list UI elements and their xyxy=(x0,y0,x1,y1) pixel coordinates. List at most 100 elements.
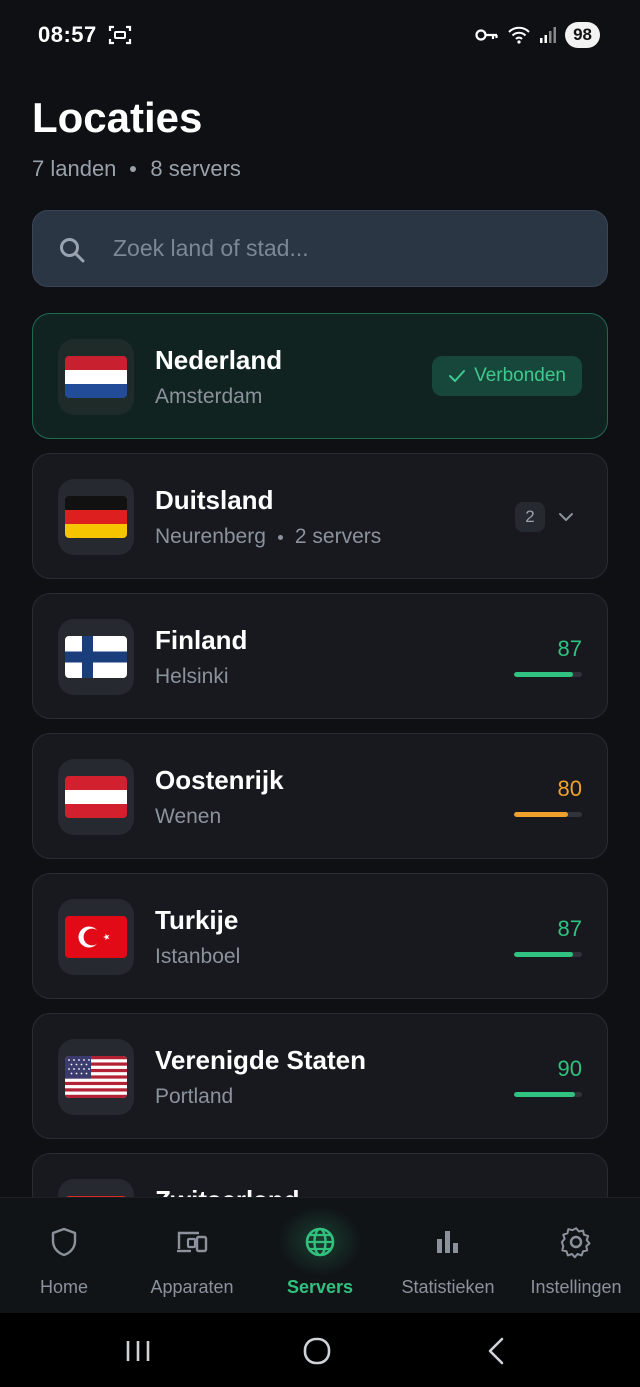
search-input[interactable] xyxy=(113,211,583,286)
city-name: Neurenberg 2 servers xyxy=(155,525,381,549)
search-bar[interactable] xyxy=(32,210,608,287)
nav-item-apparaten[interactable]: Apparaten xyxy=(128,1198,256,1313)
nav-item-statistieken[interactable]: Statistieken xyxy=(384,1198,512,1313)
server-load: 80 xyxy=(512,776,582,826)
screenshot-icon xyxy=(108,25,132,45)
city-name: Amsterdam xyxy=(155,385,262,409)
gear-icon xyxy=(560,1227,591,1259)
nav-label: Apparaten xyxy=(150,1277,234,1297)
server-load: 87 xyxy=(512,916,582,966)
chevron-down-icon[interactable] xyxy=(557,508,575,526)
check-icon xyxy=(449,370,466,382)
screen: 08:57 98 Locaties 7 landen 8 servers Zoe… xyxy=(0,0,640,1387)
flag-container xyxy=(58,1179,134,1197)
server-count: 8 servers xyxy=(150,156,241,181)
location-card-turkije[interactable]: Turkije Istanboel 87 xyxy=(32,873,608,999)
bottom-navigation: Home Apparaten Servers Statistieken Inst… xyxy=(0,1197,640,1313)
load-value: 87 xyxy=(557,636,582,661)
page-subtitle: 7 landen 8 servers xyxy=(32,156,241,182)
load-bar xyxy=(514,672,582,677)
nav-item-home[interactable]: Home xyxy=(0,1198,128,1313)
signal-icon xyxy=(540,27,557,43)
country-name: Turkije xyxy=(155,905,239,935)
city-name: Istanboel xyxy=(155,945,240,969)
load-bar-fill xyxy=(514,952,574,957)
flag-at-icon xyxy=(65,776,127,818)
battery-level: 98 xyxy=(565,22,600,48)
nav-label: Servers xyxy=(286,1277,354,1297)
load-value: 90 xyxy=(557,1056,582,1081)
load-bar xyxy=(514,812,582,817)
load-bar xyxy=(514,952,582,957)
city-name: Wenen xyxy=(155,805,221,829)
load-value: 80 xyxy=(557,776,582,801)
city-label: Portland xyxy=(155,1085,234,1108)
load-bar xyxy=(514,1092,582,1097)
nav-item-instellingen[interactable]: Instellingen xyxy=(512,1198,640,1313)
home-button-icon[interactable] xyxy=(297,1335,337,1367)
flag-container xyxy=(58,619,134,695)
location-card-oostenrijk[interactable]: Oostenrijk Wenen 80 xyxy=(32,733,608,859)
country-name: Zwitserland xyxy=(155,1185,299,1197)
connected-badge: Verbonden xyxy=(432,356,582,396)
shield-icon xyxy=(51,1227,77,1257)
server-load: 90 xyxy=(512,1056,582,1106)
flag-us-icon xyxy=(65,1056,127,1098)
location-card-zwitserland[interactable]: Zwitserland xyxy=(32,1153,608,1197)
flag-container xyxy=(58,1039,134,1115)
load-bar-fill xyxy=(514,1092,576,1097)
flag-nl-icon xyxy=(65,356,127,398)
city-name: Helsinki xyxy=(155,665,229,689)
flag-container xyxy=(58,479,134,555)
city-label: Amsterdam xyxy=(155,385,263,408)
country-name: Duitsland xyxy=(155,485,274,515)
search-icon xyxy=(60,238,85,263)
country-name: Oostenrijk xyxy=(155,765,284,795)
city-label: Neurenberg xyxy=(155,525,266,548)
server-load: 87 xyxy=(512,636,582,686)
flag-tr-icon xyxy=(65,916,127,958)
city-label: Helsinki xyxy=(155,665,229,688)
country-name: Verenigde Staten xyxy=(155,1045,366,1075)
vpn-key-icon xyxy=(475,29,498,41)
flag-container xyxy=(58,899,134,975)
back-icon[interactable] xyxy=(476,1335,516,1367)
status-icons: 98 xyxy=(475,22,600,48)
city-label: Istanboel xyxy=(155,945,241,968)
separator-dot xyxy=(130,166,137,172)
separator-dot xyxy=(277,534,283,540)
recent-apps-icon[interactable] xyxy=(118,1335,158,1367)
flag-container xyxy=(58,759,134,835)
location-card-duitsland[interactable]: Duitsland Neurenberg 2 servers 2 xyxy=(32,453,608,579)
status-time: 08:57 xyxy=(38,22,97,47)
location-card-nederland[interactable]: Nederland Amsterdam Verbonden xyxy=(32,313,608,439)
connected-label: Verbonden xyxy=(474,365,566,386)
location-list: Nederland Amsterdam Verbonden Duitsland … xyxy=(32,313,608,1197)
nav-label: Statistieken xyxy=(401,1277,495,1297)
nav-label: Home xyxy=(39,1277,88,1297)
country-name: Finland xyxy=(155,625,248,655)
location-card-verenigde-staten[interactable]: Verenigde Staten Portland 90 xyxy=(32,1013,608,1139)
bar-chart-icon xyxy=(437,1231,458,1253)
city-name: Portland xyxy=(155,1085,233,1109)
status-bar: 08:57 98 xyxy=(0,0,640,70)
city-label: Wenen xyxy=(155,805,222,828)
load-value: 87 xyxy=(557,916,582,941)
system-navigation-bar xyxy=(0,1313,640,1387)
country-count: 7 landen xyxy=(32,156,117,181)
load-bar-fill xyxy=(514,812,569,817)
load-bar-fill xyxy=(514,672,574,677)
flag-de-icon xyxy=(65,496,127,538)
flag-fi-icon xyxy=(65,636,127,678)
country-name: Nederland xyxy=(155,345,283,375)
server-count-badge: 2 xyxy=(515,502,545,532)
location-card-finland[interactable]: Finland Helsinki 87 xyxy=(32,593,608,719)
servers-note: 2 servers xyxy=(294,525,382,548)
nav-label: Instellingen xyxy=(530,1277,622,1297)
nav-item-servers[interactable]: Servers xyxy=(256,1198,384,1313)
globe-icon xyxy=(305,1227,335,1257)
wifi-icon xyxy=(508,26,530,44)
page-title: Locaties xyxy=(32,94,203,141)
devices-icon xyxy=(177,1231,208,1253)
flag-container xyxy=(58,339,134,415)
